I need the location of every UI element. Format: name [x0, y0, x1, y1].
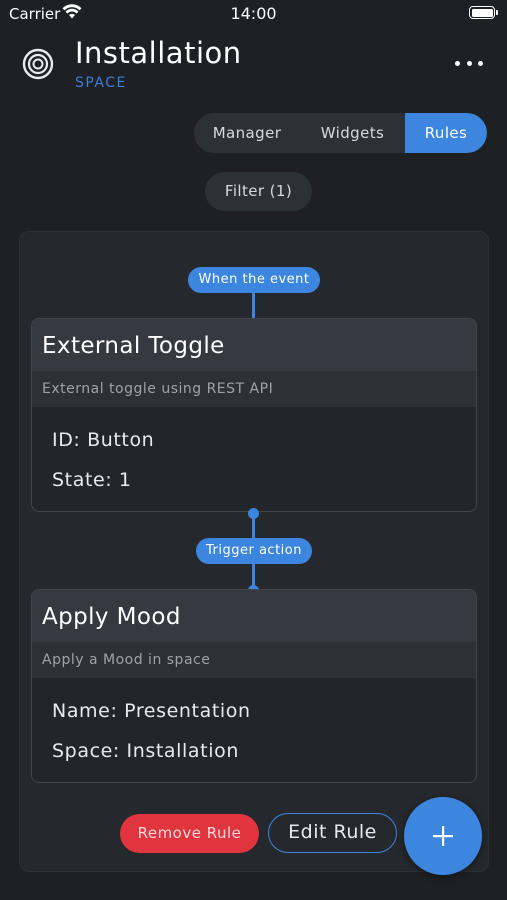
event-card[interactable]: External Toggle External toggle using RE… — [31, 318, 477, 512]
ellipsis-icon — [466, 60, 472, 66]
remove-rule-button[interactable]: Remove Rule — [120, 814, 259, 853]
more-options-button[interactable] — [455, 56, 483, 70]
action-field-space: Space: Installation — [52, 740, 239, 762]
action-card-description: Apply a Mood in space — [32, 642, 476, 678]
tab-manager[interactable]: Manager — [194, 113, 300, 153]
event-field-state: State: 1 — [52, 469, 132, 491]
action-label: Trigger action — [196, 538, 312, 564]
status-time: 14:00 — [230, 4, 277, 23]
filter-button[interactable]: Filter (1) — [205, 172, 312, 211]
ellipsis-icon — [455, 60, 460, 66]
tab-rules[interactable]: Rules — [405, 113, 487, 153]
plus-icon — [433, 826, 453, 846]
event-connector-line — [252, 290, 255, 319]
page-title: Installation — [75, 36, 242, 70]
page-subtitle: SPACE — [75, 75, 127, 91]
connector-dot-top — [248, 508, 259, 519]
action-card[interactable]: Apply Mood Apply a Mood in space Name: P… — [31, 589, 477, 783]
edit-rule-button[interactable]: Edit Rule — [268, 813, 397, 853]
ellipsis-icon — [478, 60, 483, 66]
event-card-description: External toggle using REST API — [32, 371, 476, 407]
event-field-id: ID: Button — [52, 429, 155, 451]
tab-widgets[interactable]: Widgets — [300, 113, 405, 153]
section-tabs: Manager Widgets Rules — [194, 113, 487, 153]
action-card-title: Apply Mood — [32, 590, 476, 642]
target-ring-icon — [22, 48, 54, 80]
event-card-title: External Toggle — [32, 319, 476, 371]
event-label: When the event — [188, 267, 320, 293]
battery-icon — [469, 6, 498, 19]
status-bar: Carrier 14:00 — [0, 0, 507, 28]
add-rule-button[interactable] — [404, 797, 482, 875]
action-field-name: Name: Presentation — [52, 700, 251, 722]
